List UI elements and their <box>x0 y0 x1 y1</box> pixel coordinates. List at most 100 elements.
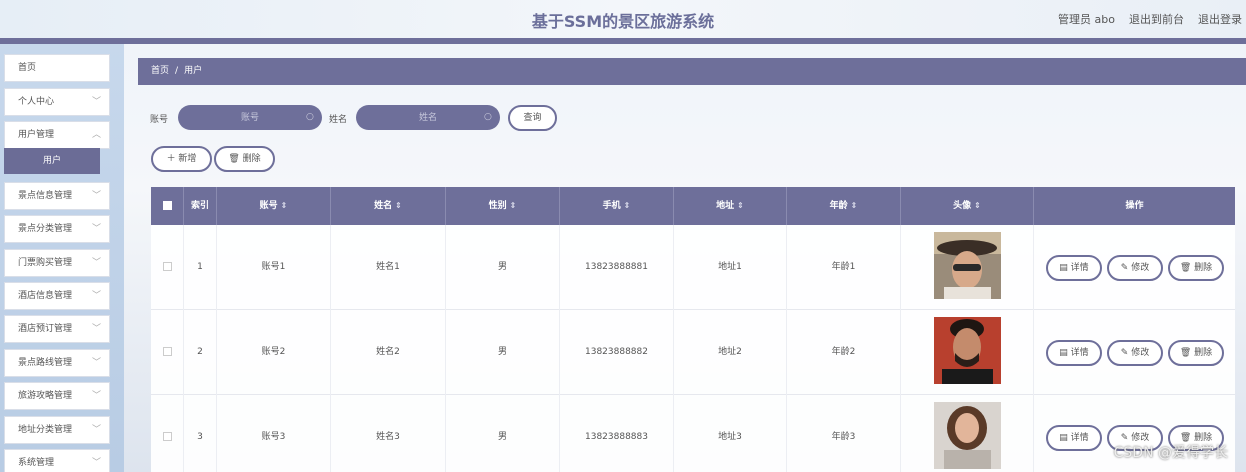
cell-gender: 男 <box>446 310 560 395</box>
delete-label: 删除 <box>1194 348 1213 358</box>
query-button[interactable]: 查询 <box>508 105 557 131</box>
sidebar-item-personal-center[interactable]: 个人中心 ﹀ <box>4 88 110 116</box>
sidebar-item-ticket-purchase[interactable]: 门票购买管理 ﹀ <box>4 249 110 277</box>
sidebar-item-home[interactable]: 首页 <box>4 54 110 82</box>
header-label: 头像 <box>953 201 972 211</box>
row-checkbox[interactable] <box>151 395 184 472</box>
sidebar-item-hotel-info[interactable]: 酒店信息管理 ﹀ <box>4 282 110 310</box>
cell-avatar <box>901 225 1034 310</box>
cell-address: 地址1 <box>674 225 787 310</box>
chevron-down-icon: ﹀ <box>91 391 101 401</box>
row-checkbox[interactable] <box>151 225 184 310</box>
col-gender[interactable]: 性别 ⇕ <box>446 187 560 225</box>
delete-label: 删除 <box>1194 263 1213 273</box>
edit-label: 修改 <box>1131 263 1150 273</box>
edit-button[interactable]: ✎ 修改 <box>1107 255 1163 281</box>
sort-icon: ⇕ <box>850 201 858 210</box>
avatar[interactable] <box>934 402 1001 469</box>
header-label: 姓名 <box>374 201 393 211</box>
document-icon: ▤ <box>1059 263 1071 273</box>
col-age[interactable]: 年龄 ⇕ <box>787 187 901 225</box>
sidebar: 首页 个人中心 ﹀ 用户管理 ︿ 用户 景点信息管理 ﹀ 景点分类管理 ﹀ 门票购买管理… <box>0 44 124 472</box>
col-account[interactable]: 账号 ⇕ <box>217 187 331 225</box>
cell-avatar <box>901 310 1034 395</box>
sidebar-item-label: 门票购买管理 <box>18 258 73 268</box>
sidebar-item-label: 景点信息管理 <box>18 191 73 201</box>
chevron-down-icon: ﹀ <box>91 224 101 234</box>
col-address[interactable]: 地址 ⇕ <box>674 187 787 225</box>
sidebar-item-hotel-booking[interactable]: 酒店预订管理 ﹀ <box>4 315 110 343</box>
detail-button[interactable]: ▤ 详情 <box>1046 340 1102 366</box>
chevron-down-icon: ﹀ <box>91 425 101 435</box>
admin-user-link[interactable]: 管理员 abo <box>1058 11 1115 27</box>
sidebar-item-label: 酒店信息管理 <box>18 291 73 301</box>
sort-icon: ⇕ <box>974 201 981 210</box>
sidebar-item-user-management[interactable]: 用户管理 ︿ <box>4 121 110 149</box>
sidebar-subitem-users[interactable]: 用户 <box>4 148 100 174</box>
row-checkbox[interactable] <box>151 310 184 395</box>
sidebar-item-address-category[interactable]: 地址分类管理 ﹀ <box>4 416 110 444</box>
delete-button[interactable]: 🗑 删除 <box>1168 340 1224 366</box>
detail-button[interactable]: ▤ 详情 <box>1046 425 1102 451</box>
cell-operations: ▤ 详情 ✎ 修改 🗑 删除 <box>1034 225 1235 310</box>
sidebar-item-label: 景点路线管理 <box>18 358 73 368</box>
chevron-down-icon: ﹀ <box>91 324 101 334</box>
sidebar-item-scenic-route[interactable]: 景点路线管理 ﹀ <box>4 349 110 377</box>
account-search-input[interactable] <box>178 105 322 130</box>
chevron-down-icon: ﹀ <box>91 358 101 368</box>
col-avatar[interactable]: 头像 ⇕ <box>901 187 1034 225</box>
cell-account: 账号2 <box>217 310 331 395</box>
header-label: 索引 <box>190 201 209 211</box>
cell-phone: 13823888882 <box>560 310 674 395</box>
search-icon: ○ <box>306 112 314 122</box>
sidebar-item-label: 个人中心 <box>18 97 55 107</box>
cell-gender: 男 <box>446 395 560 472</box>
sidebar-item-scenic-info[interactable]: 景点信息管理 ﹀ <box>4 182 110 210</box>
avatar[interactable] <box>934 232 1001 299</box>
batch-delete-button[interactable]: 🗑 删除 <box>214 146 275 172</box>
breadcrumb-home[interactable]: 首页 <box>151 66 169 76</box>
logout-link[interactable]: 退出登录 <box>1198 11 1242 27</box>
sidebar-item-label: 地址分类管理 <box>18 425 73 435</box>
avatar[interactable] <box>934 317 1001 384</box>
pencil-icon: ✎ <box>1120 348 1132 358</box>
chevron-down-icon: ﹀ <box>91 258 101 268</box>
header-label: 操作 <box>1125 201 1144 211</box>
cell-avatar <box>901 395 1034 472</box>
edit-button[interactable]: ✎ 修改 <box>1107 340 1163 366</box>
header-label: 手机 <box>602 201 621 211</box>
col-name[interactable]: 姓名 ⇕ <box>331 187 446 225</box>
header-links: 管理员 abo 退出到前台 退出登录 <box>1058 11 1242 27</box>
cell-index: 2 <box>184 310 217 395</box>
cell-address: 地址2 <box>674 310 787 395</box>
sidebar-item-scenic-category[interactable]: 景点分类管理 ﹀ <box>4 215 110 243</box>
sort-icon: ⇕ <box>395 201 402 210</box>
cell-index: 1 <box>184 225 217 310</box>
sidebar-item-label: 景点分类管理 <box>18 224 73 234</box>
pencil-icon: ✎ <box>1120 263 1132 273</box>
cell-operations: ▤ 详情 ✎ 修改 🗑 删除 <box>1034 310 1235 395</box>
document-icon: ▤ <box>1059 348 1071 358</box>
col-phone[interactable]: 手机 ⇕ <box>560 187 674 225</box>
cell-age: 年龄3 <box>787 395 901 472</box>
delete-button[interactable]: 🗑 删除 <box>1168 255 1224 281</box>
table-row: 1 账号1 姓名1 男 13823888881 地址1 年龄1 ▤ 详情 ✎ 修… <box>151 225 1235 310</box>
back-to-frontend-link[interactable]: 退出到前台 <box>1129 11 1184 27</box>
name-search-input[interactable] <box>356 105 500 130</box>
add-button[interactable]: ＋ 新增 <box>151 146 212 172</box>
header-label: 账号 <box>259 201 278 211</box>
detail-button[interactable]: ▤ 详情 <box>1046 255 1102 281</box>
select-all-checkbox[interactable] <box>151 187 184 225</box>
cell-name: 姓名2 <box>331 310 446 395</box>
name-label: 姓名 <box>329 115 348 125</box>
sort-icon: ⇕ <box>623 201 631 210</box>
sidebar-item-label: 旅游攻略管理 <box>18 391 73 401</box>
cell-age: 年龄1 <box>787 225 901 310</box>
detail-label: 详情 <box>1070 433 1089 443</box>
main-content: 首页 / 用户 账号 ○ 姓名 ○ 查询 ＋ 新增 🗑 删除 索引 账号⇕ 姓名⇕ … <box>124 44 1246 472</box>
breadcrumb-separator: / <box>175 66 179 76</box>
sidebar-item-system[interactable]: 系统管理 ﹀ <box>4 449 110 472</box>
sidebar-item-travel-guide[interactable]: 旅游攻略管理 ﹀ <box>4 382 110 410</box>
sidebar-item-label: 酒店预订管理 <box>18 324 73 334</box>
top-bar: 基于SSM的景区旅游系统 管理员 abo 退出到前台 退出登录 <box>0 0 1246 38</box>
